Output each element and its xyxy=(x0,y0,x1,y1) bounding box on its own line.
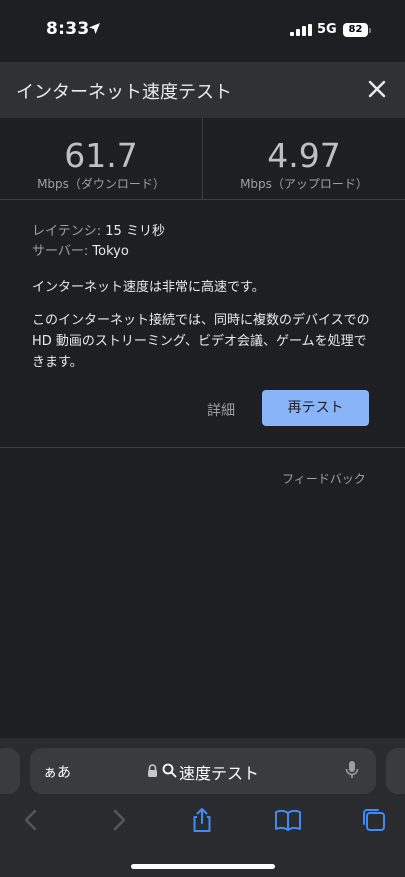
battery-tip xyxy=(369,28,371,33)
server-value: Tokyo xyxy=(92,244,129,259)
tabs-icon[interactable] xyxy=(360,806,388,834)
network-type: 5G xyxy=(317,22,337,37)
address-text[interactable]: 速度テスト xyxy=(179,760,259,784)
test-info: レイテンシ: 15 ミリ秒 サーバー: Tokyo xyxy=(32,222,377,262)
previous-tab-edge[interactable] xyxy=(0,748,20,794)
page-title: インターネット速度テスト xyxy=(16,82,232,103)
location-arrow-icon xyxy=(89,23,100,34)
download-unit: Mbps（ダウンロード） xyxy=(37,177,165,191)
download-result: 61.7 Mbps（ダウンロード） xyxy=(0,118,202,200)
next-tab-edge[interactable] xyxy=(386,748,405,794)
latency-value: 15 ミリ秒 xyxy=(105,224,165,239)
status-time: 8:33 xyxy=(46,19,90,39)
dialog-header: インターネット速度テスト xyxy=(0,62,405,118)
server-label: サーバー: xyxy=(32,244,89,259)
bookmarks-icon[interactable] xyxy=(274,806,302,834)
speed-status: インターネット速度は非常に高速です。 xyxy=(32,280,265,295)
text-size-button[interactable]: ぁあ xyxy=(43,762,71,782)
upload-result: 4.97 Mbps（アップロード） xyxy=(203,118,405,200)
feedback-link[interactable]: フィードバック xyxy=(282,470,366,487)
lock-icon xyxy=(148,764,157,777)
details-button[interactable]: 詳細 xyxy=(207,400,235,420)
close-icon[interactable] xyxy=(364,76,390,102)
latency-label: レイテンシ: xyxy=(32,224,102,239)
download-value: 61.7 xyxy=(64,136,138,175)
upload-value: 4.97 xyxy=(267,136,341,175)
home-indicator[interactable] xyxy=(131,864,275,869)
share-icon[interactable] xyxy=(188,806,216,834)
upload-unit: Mbps（アップロード） xyxy=(240,177,368,191)
latency-line: レイテンシ: 15 ミリ秒 xyxy=(32,222,377,242)
section-divider xyxy=(0,447,405,448)
retest-button[interactable]: 再テスト xyxy=(262,390,369,426)
speed-description: このインターネット接続では、同時に複数のデバイスでの HD 動画のストリーミング… xyxy=(32,313,370,370)
forward-icon[interactable] xyxy=(104,806,132,834)
search-icon xyxy=(162,763,177,778)
server-line: サーバー: Tokyo xyxy=(32,242,377,262)
results-divider xyxy=(202,118,203,200)
microphone-icon[interactable] xyxy=(345,760,359,780)
battery-icon: 82 xyxy=(343,23,368,37)
back-icon[interactable] xyxy=(18,806,46,834)
cellular-signal-icon xyxy=(290,24,312,36)
